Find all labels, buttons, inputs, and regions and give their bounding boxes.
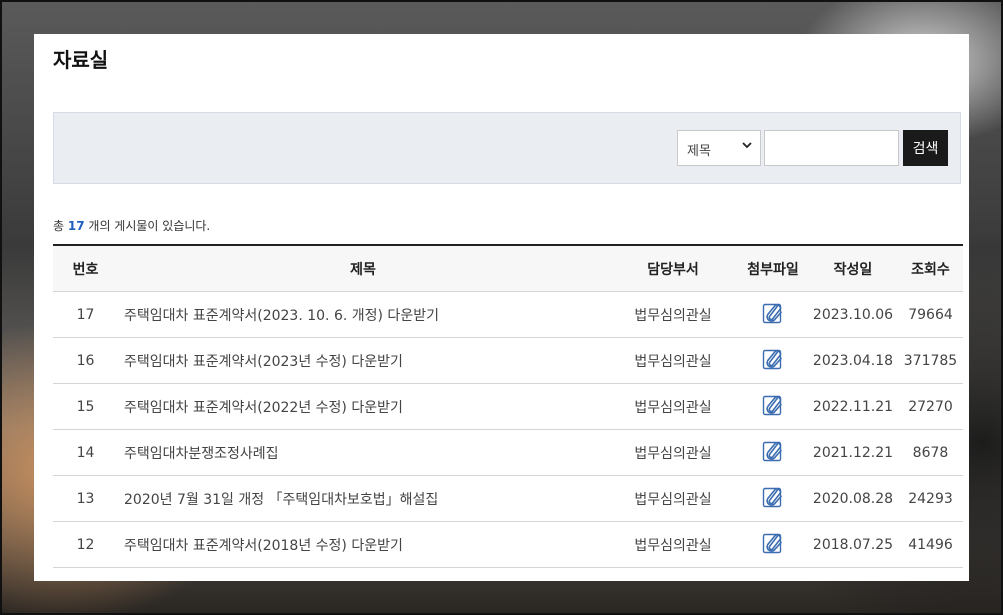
- header-title: 제목: [118, 245, 608, 292]
- content-panel: 자료실 제목 검색 총 17 개의 게시물이 있습니다. 번호 제목 담당부서 …: [34, 34, 969, 581]
- page-title: 자료실: [53, 48, 109, 72]
- paperclip-icon[interactable]: [762, 486, 784, 512]
- paperclip-icon[interactable]: [762, 348, 784, 374]
- table-row: 17 주택임대차 표준계약서(2023. 10. 6. 개정) 다운받기 법무심…: [53, 291, 963, 338]
- row-title-link[interactable]: 주택임대차 표준계약서(2018년 수정) 다운받기: [118, 521, 608, 568]
- row-date: 2022.11.21: [808, 383, 898, 430]
- row-attachment: [738, 291, 808, 338]
- row-date: 2018.07.25: [808, 521, 898, 568]
- row-attachment: [738, 521, 808, 568]
- board-table: 번호 제목 담당부서 첨부파일 작성일 조회수 17 주택임대차 표준계약서(2…: [53, 244, 963, 568]
- paperclip-icon[interactable]: [762, 302, 784, 328]
- paperclip-icon[interactable]: [762, 532, 784, 558]
- row-views: 79664: [898, 291, 963, 338]
- row-number: 17: [53, 291, 118, 338]
- search-field-selected: 제목: [687, 144, 711, 159]
- row-title-link[interactable]: 주택임대차 표준계약서(2023. 10. 6. 개정) 다운받기: [118, 291, 608, 338]
- row-attachment: [738, 337, 808, 384]
- row-department: 법무심의관실: [608, 383, 738, 430]
- row-views: 27270: [898, 383, 963, 430]
- row-number: 16: [53, 337, 118, 384]
- row-number: 15: [53, 383, 118, 430]
- table-header-row: 번호 제목 담당부서 첨부파일 작성일 조회수: [53, 245, 963, 292]
- search-box: 제목 검색: [53, 112, 961, 184]
- row-department: 법무심의관실: [608, 475, 738, 522]
- row-number: 13: [53, 475, 118, 522]
- table-row: 13 2020년 7월 31일 개정 「주택임대차보호법」해설집 법무심의관실 …: [53, 475, 963, 522]
- row-attachment: [738, 383, 808, 430]
- row-title-link[interactable]: 2020년 7월 31일 개정 「주택임대차보호법」해설집: [118, 475, 608, 522]
- row-date: 2020.08.28: [808, 475, 898, 522]
- row-views: 24293: [898, 475, 963, 522]
- row-title-link[interactable]: 주택임대차 표준계약서(2022년 수정) 다운받기: [118, 383, 608, 430]
- paperclip-icon[interactable]: [762, 440, 784, 466]
- row-department: 법무심의관실: [608, 291, 738, 338]
- row-number: 14: [53, 429, 118, 476]
- paperclip-icon[interactable]: [762, 394, 784, 420]
- search-input[interactable]: [764, 130, 899, 166]
- row-department: 법무심의관실: [608, 429, 738, 476]
- row-attachment: [738, 475, 808, 522]
- row-date: 2023.10.06: [808, 291, 898, 338]
- post-count-suffix: 개의 게시물이 있습니다.: [88, 219, 211, 233]
- row-attachment: [738, 429, 808, 476]
- row-title-link[interactable]: 주택임대차분쟁조정사례집: [118, 429, 608, 476]
- post-count-number: 17: [67, 219, 85, 233]
- table-row: 14 주택임대차분쟁조정사례집 법무심의관실 2021.12.21 8678: [53, 429, 963, 476]
- row-date: 2021.12.21: [808, 429, 898, 476]
- row-date: 2023.04.18: [808, 337, 898, 384]
- header-attachment: 첨부파일: [738, 245, 808, 292]
- header-department: 담당부서: [608, 245, 738, 292]
- row-department: 법무심의관실: [608, 521, 738, 568]
- post-count-prefix: 총: [53, 219, 65, 233]
- row-views: 371785: [898, 337, 963, 384]
- header-number: 번호: [53, 245, 118, 292]
- table-row: 12 주택임대차 표준계약서(2018년 수정) 다운받기 법무심의관실 201…: [53, 521, 963, 568]
- row-number: 12: [53, 521, 118, 568]
- table-row: 15 주택임대차 표준계약서(2022년 수정) 다운받기 법무심의관실 202…: [53, 383, 963, 430]
- search-button[interactable]: 검색: [903, 130, 948, 166]
- row-views: 41496: [898, 521, 963, 568]
- row-department: 법무심의관실: [608, 337, 738, 384]
- header-views: 조회수: [898, 245, 963, 292]
- row-title-link[interactable]: 주택임대차 표준계약서(2023년 수정) 다운받기: [118, 337, 608, 384]
- post-count: 총 17 개의 게시물이 있습니다.: [53, 217, 210, 234]
- search-field-select[interactable]: 제목: [677, 130, 761, 166]
- chevron-down-icon: [741, 139, 753, 154]
- table-row: 16 주택임대차 표준계약서(2023년 수정) 다운받기 법무심의관실 202…: [53, 337, 963, 384]
- header-date: 작성일: [808, 245, 898, 292]
- row-views: 8678: [898, 429, 963, 476]
